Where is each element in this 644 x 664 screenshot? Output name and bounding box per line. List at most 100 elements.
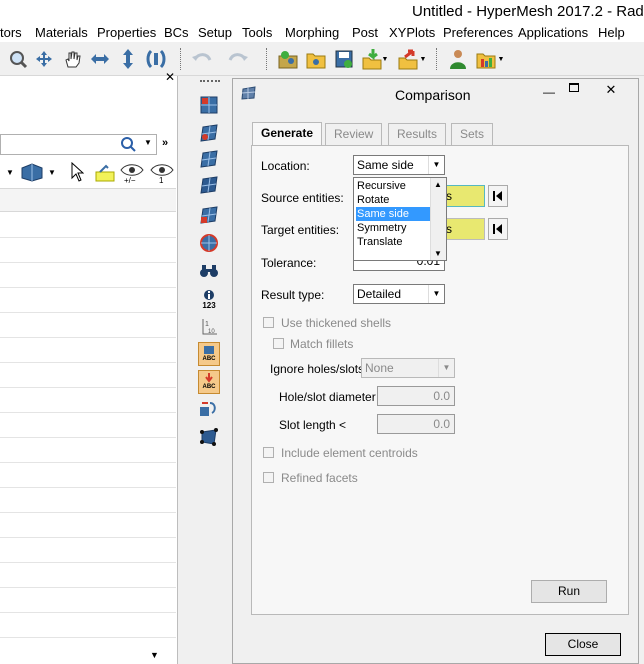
main-toolbar: ▼ ▼ ▼ (0, 42, 644, 76)
use-thickened-shells-checkbox[interactable] (263, 317, 274, 328)
user-profile-icon[interactable] (446, 48, 470, 70)
mesh-grid-icon[interactable] (198, 148, 220, 170)
refined-facets-label: Refined facets (281, 471, 358, 485)
slot-length-input[interactable]: 0.0 (377, 414, 455, 434)
refined-facets-checkbox[interactable] (263, 472, 274, 483)
hand-icon[interactable] (60, 48, 84, 70)
target-mesh-icon[interactable] (198, 232, 220, 254)
ignore-holes-select[interactable]: None ▼ (361, 358, 455, 378)
mesh-shell-icon[interactable] (198, 174, 220, 196)
scroll-up-icon[interactable]: ▲ (434, 180, 442, 189)
dropdown-scrollbar[interactable]: ▲ ▼ (430, 178, 446, 260)
import-dropdown-icon[interactable]: ▼ (380, 48, 390, 70)
svg-text:+/−: +/− (124, 176, 136, 184)
close-window-icon[interactable]: ✕ (589, 80, 633, 100)
transform-mesh-icon[interactable] (198, 398, 220, 420)
menu-post[interactable]: Post (352, 25, 378, 40)
select-cursor-icon[interactable] (70, 161, 85, 185)
chevron-down-icon: ▼ (428, 285, 444, 303)
abc-mesh-icon[interactable]: ABC (198, 342, 220, 366)
undo-icon[interactable] (190, 48, 214, 70)
menu-xyplots[interactable]: XYPlots (389, 25, 435, 40)
menu-properties[interactable]: Properties (97, 25, 156, 40)
open-model-icon[interactable] (304, 48, 328, 70)
location-option-translate[interactable]: Translate (356, 235, 430, 249)
pan-icon[interactable] (32, 48, 56, 70)
location-option-recursive[interactable]: Recursive (356, 179, 430, 193)
title-bar: Untitled - HyperMesh 2017.2 - Radi (0, 0, 644, 22)
comparison-dialog: Comparison — ✕ Generate Review Results S… (232, 78, 639, 664)
menu-setup[interactable]: Setup (198, 25, 232, 40)
result-type-select[interactable]: Detailed ▼ (353, 284, 445, 304)
menu-preferences[interactable]: Preferences (443, 25, 513, 40)
rotate-icon[interactable] (144, 48, 168, 70)
include-centroids-label: Include element centroids (281, 446, 418, 460)
comparison-icon (241, 85, 257, 104)
menu-materials[interactable]: Materials (35, 25, 88, 40)
show-hide-icon[interactable]: +/− (120, 162, 146, 187)
menu-morphing[interactable]: Morphing (285, 25, 339, 40)
close-button[interactable]: Close (545, 633, 621, 656)
close-panel-icon[interactable]: ✕ (165, 70, 175, 84)
abc-label: ABC (202, 384, 216, 390)
menu-help[interactable]: Help (598, 25, 625, 40)
numbers-icon[interactable]: 123 (198, 286, 220, 314)
scroll-down-icon[interactable]: ▼ (434, 249, 442, 258)
redo-icon[interactable] (226, 48, 250, 70)
component-dropdown-icon[interactable]: ▼ (48, 168, 56, 177)
menu-bcs[interactable]: BCs (164, 25, 189, 40)
mesh-delete-icon[interactable] (198, 122, 220, 144)
location-option-symmetry[interactable]: Symmetry (356, 221, 430, 235)
model-browser-panel: ✕ ▼ » ▼ ▼ +/− 1 ▼ (0, 70, 178, 664)
match-fillets-checkbox[interactable] (273, 338, 284, 349)
source-entities-label: Source entities: (261, 191, 344, 205)
element-quality-icon[interactable] (198, 204, 220, 226)
result-type-value: Detailed (357, 287, 402, 301)
binoculars-icon[interactable] (198, 260, 220, 282)
include-centroids-checkbox[interactable] (263, 447, 274, 458)
menu-applications[interactable]: Applications (518, 25, 588, 40)
run-button[interactable]: Run (531, 580, 607, 603)
minimize-icon[interactable]: — (543, 85, 555, 99)
maximize-icon[interactable] (569, 83, 579, 92)
select-box-icon[interactable] (198, 426, 220, 448)
tab-results[interactable]: Results (388, 123, 447, 145)
filter-dropdown-icon[interactable]: ▼ (6, 168, 14, 177)
export-icon[interactable] (396, 48, 420, 70)
results-dropdown-icon[interactable]: ▼ (496, 48, 506, 70)
location-select[interactable]: Same side ▼ (353, 155, 445, 175)
toolbar-separator (436, 48, 438, 70)
results-folder-icon[interactable] (474, 48, 498, 70)
highlight-icon[interactable] (94, 164, 116, 185)
measure-angle-icon[interactable]: 1 10 (198, 316, 220, 338)
component-icon[interactable] (20, 162, 44, 185)
horizontal-arrow-icon[interactable] (88, 48, 112, 70)
menu-connectors[interactable]: tors (0, 25, 22, 40)
zoom-icon[interactable] (6, 48, 30, 70)
hole-diameter-input[interactable]: 0.0 (377, 386, 455, 406)
svg-text:10: 10 (208, 329, 215, 335)
mesh-edit-icon[interactable] (198, 94, 220, 116)
abc-arrow-icon[interactable]: ABC (198, 370, 220, 394)
source-reset-icon[interactable] (488, 185, 508, 207)
export-dropdown-icon[interactable]: ▼ (418, 48, 428, 70)
vertical-arrow-icon[interactable] (116, 48, 140, 70)
slot-length-label: Slot length < (279, 418, 347, 432)
abc-label: ABC (202, 356, 216, 362)
save-model-icon[interactable] (332, 48, 356, 70)
target-reset-icon[interactable] (488, 218, 508, 240)
location-dropdown-list[interactable]: Recursive Rotate Same side Symmetry Tran… (353, 177, 447, 261)
expand-icon[interactable]: » (162, 137, 168, 149)
location-option-rotate[interactable]: Rotate (356, 193, 430, 207)
tab-generate[interactable]: Generate (252, 122, 323, 145)
scroll-down-icon[interactable]: ▼ (150, 650, 159, 660)
search-icon[interactable] (120, 136, 136, 155)
search-dropdown-icon[interactable]: ▼ (144, 138, 152, 147)
location-option-same-side[interactable]: Same side (356, 207, 430, 221)
window-title: Untitled - HyperMesh 2017.2 - Radi (412, 3, 644, 20)
menu-tools[interactable]: Tools (242, 25, 272, 40)
tab-sets[interactable]: Sets (451, 123, 494, 145)
new-model-icon[interactable] (276, 48, 300, 70)
tab-review[interactable]: Review (325, 123, 383, 145)
isolate-icon[interactable]: 1 (150, 162, 174, 187)
